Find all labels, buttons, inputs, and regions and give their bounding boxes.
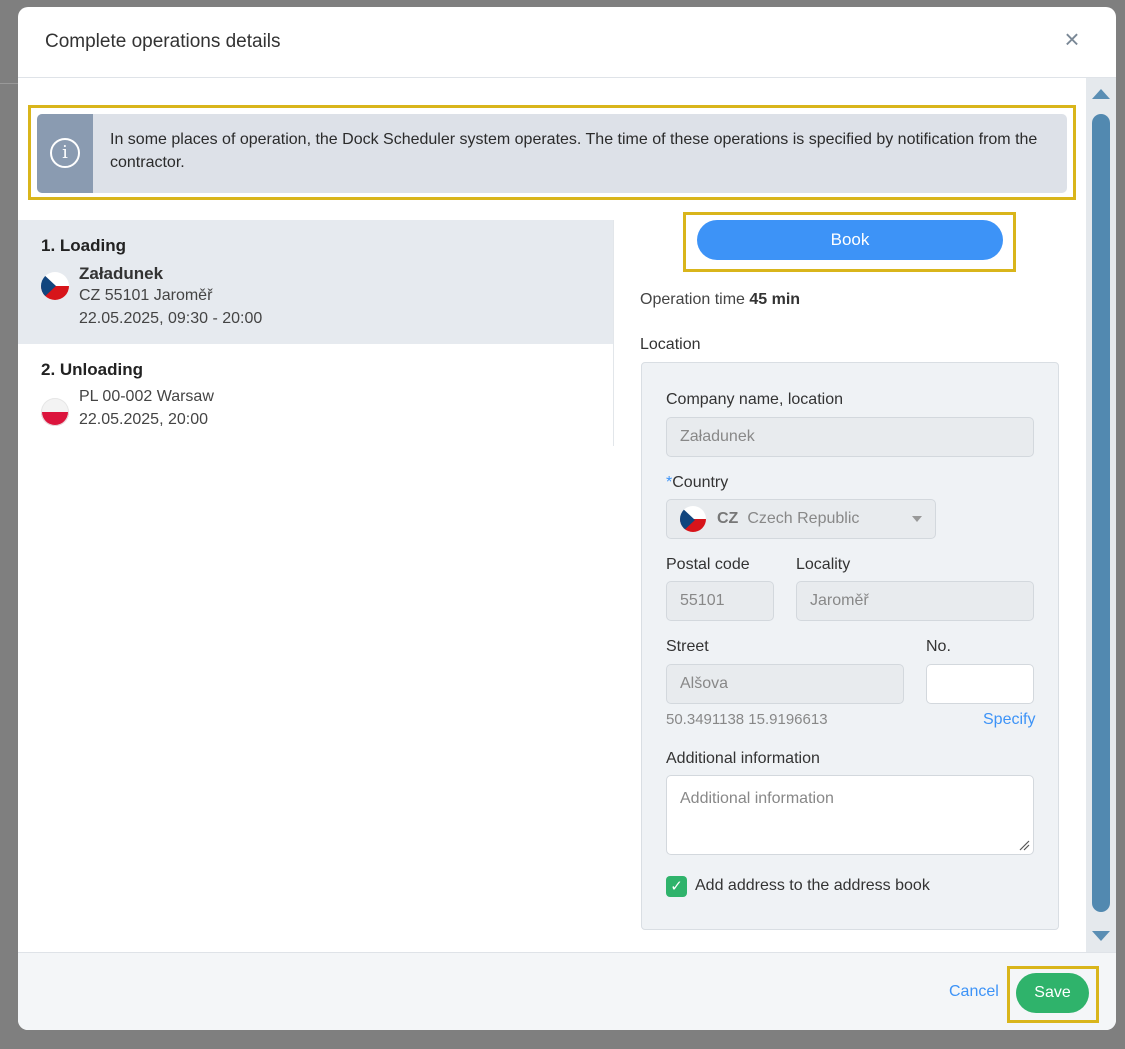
resize-handle-icon[interactable] xyxy=(1018,839,1030,851)
operation-time: 22.05.2025, 09:30 - 20:00 xyxy=(79,310,263,327)
number-input[interactable] xyxy=(926,664,1034,704)
coordinates-text: 50.3491138 15.9196613 xyxy=(666,711,828,728)
backdrop-divider xyxy=(0,83,18,84)
street-label: Street xyxy=(666,638,709,655)
specify-link[interactable]: Specify xyxy=(983,711,1035,729)
operation-time: 22.05.2025, 20:00 xyxy=(79,411,209,428)
company-input[interactable]: Załadunek xyxy=(666,417,1034,457)
address-book-checkbox[interactable]: ✓ xyxy=(666,876,687,897)
location-panel: Company name, location Załadunek *Countr… xyxy=(641,362,1059,930)
info-banner: i In some places of operation, the Dock … xyxy=(37,114,1067,193)
operation-address: PL 00-002 Warsaw xyxy=(79,388,214,405)
country-code: CZ xyxy=(717,510,739,527)
info-banner-side: i xyxy=(37,114,93,193)
info-icon: i xyxy=(50,138,80,168)
country-select[interactable]: CZ Czech Republic xyxy=(666,499,936,539)
postal-value: 55101 xyxy=(680,592,725,609)
locality-input[interactable]: Jaroměř xyxy=(796,581,1034,621)
additional-info-label: Additional information xyxy=(666,750,820,767)
pl-flag-icon xyxy=(41,398,69,426)
info-text: In some places of operation, the Dock Sc… xyxy=(110,131,1038,171)
street-input[interactable]: Alšova xyxy=(666,664,904,704)
operation-item-loading[interactable]: 1. Loading Załadunek CZ 55101 Jaroměř 22… xyxy=(18,220,613,344)
operation-time-label: Operation time xyxy=(640,291,745,308)
cancel-button[interactable]: Cancel xyxy=(949,983,999,1001)
modal-title: Complete operations details xyxy=(45,31,281,52)
operation-company: Załadunek xyxy=(79,264,164,283)
country-label-text: Country xyxy=(672,474,729,491)
book-button[interactable]: Book xyxy=(697,220,1003,260)
operation-item-unloading[interactable]: 2. Unloading PL 00-002 Warsaw 22.05.2025… xyxy=(18,344,613,446)
operations-modal: Complete operations details × i In some … xyxy=(18,7,1116,1030)
operation-time-value: 45 min xyxy=(749,291,801,308)
country-name: Czech Republic xyxy=(747,510,860,527)
cz-flag-icon xyxy=(680,506,706,532)
scroll-down-arrow-icon[interactable] xyxy=(1092,931,1110,941)
address-book-label: Add address to the address book xyxy=(695,877,930,894)
operation-time-summary: Operation time 45 min xyxy=(640,291,800,309)
cz-flag-icon xyxy=(41,272,69,300)
vertical-scrollbar[interactable] xyxy=(1086,78,1116,952)
modal-footer: Cancel Save xyxy=(18,952,1116,1030)
close-icon[interactable]: × xyxy=(1060,25,1084,53)
location-label: Location xyxy=(640,336,701,353)
modal-body: i In some places of operation, the Dock … xyxy=(18,78,1086,952)
postal-label: Postal code xyxy=(666,556,750,573)
country-label: *Country xyxy=(666,474,728,492)
operation-title: 2. Unloading xyxy=(41,360,143,379)
additional-info-textarea[interactable]: Additional information xyxy=(666,775,1034,855)
locality-label: Locality xyxy=(796,556,851,573)
company-value: Załadunek xyxy=(680,428,755,445)
additional-info-placeholder: Additional information xyxy=(680,790,834,807)
chevron-down-icon xyxy=(912,516,922,522)
postal-input[interactable]: 55101 xyxy=(666,581,774,621)
scroll-up-arrow-icon[interactable] xyxy=(1092,89,1110,99)
operation-title: 1. Loading xyxy=(41,236,126,255)
locality-value: Jaroměř xyxy=(810,592,869,609)
number-label: No. xyxy=(926,638,951,655)
save-button[interactable]: Save xyxy=(1016,973,1089,1013)
modal-header: Complete operations details × xyxy=(18,7,1116,78)
company-label: Company name, location xyxy=(666,391,843,408)
operation-address: CZ 55101 Jaroměř xyxy=(79,287,213,304)
operations-list: 1. Loading Załadunek CZ 55101 Jaroměř 22… xyxy=(18,220,614,446)
scroll-thumb[interactable] xyxy=(1092,114,1110,912)
street-value: Alšova xyxy=(680,675,729,692)
